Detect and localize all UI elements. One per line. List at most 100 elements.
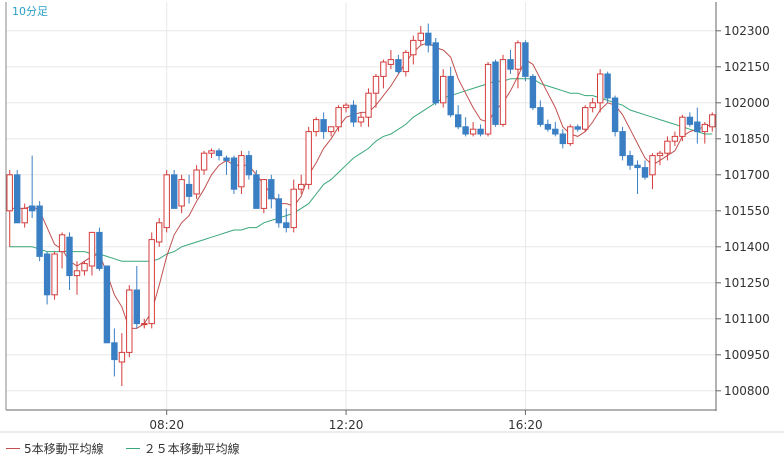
ma5-swatch <box>6 447 20 449</box>
candle-body <box>455 114 462 128</box>
y-tick-label: 101400 <box>724 240 770 254</box>
candle-body <box>290 188 297 229</box>
candle-body <box>193 169 200 195</box>
candle-down <box>36 201 43 262</box>
candle-body <box>148 239 155 325</box>
candle-body <box>88 231 96 267</box>
candle-body <box>395 59 402 73</box>
candle-body <box>634 164 641 169</box>
candle-body <box>73 270 81 277</box>
candle-body <box>81 263 88 272</box>
candle-body <box>440 75 447 104</box>
candle-body <box>103 265 111 344</box>
candle-body <box>582 107 589 130</box>
legend-item-ma25: ２５本移動平均線 <box>125 440 240 457</box>
candle-body <box>208 150 215 154</box>
candle-down <box>529 74 537 110</box>
candle-body <box>484 63 492 135</box>
candle-body <box>417 32 425 41</box>
candle-body <box>402 51 410 73</box>
candle-body <box>268 179 275 200</box>
candle-body <box>529 75 537 109</box>
candle-down <box>432 38 439 106</box>
candle-body <box>305 131 312 185</box>
candle-up <box>484 62 492 137</box>
candle-up <box>193 165 200 199</box>
legend-label-ma25: ２５本移動平均線 <box>143 441 240 456</box>
candle-down <box>103 265 111 344</box>
candle-body <box>223 157 230 161</box>
candle-down <box>253 170 260 209</box>
candle-body <box>327 126 335 133</box>
ma25-swatch <box>125 447 140 449</box>
candle-body <box>649 155 656 176</box>
candle-body <box>238 155 245 188</box>
candle-up <box>567 124 574 146</box>
candle-down <box>171 170 178 209</box>
candle-body <box>283 222 290 229</box>
candle-body <box>365 92 372 118</box>
candle-body <box>215 150 223 157</box>
y-tick-label: 102150 <box>724 60 770 74</box>
candle-body <box>200 152 208 171</box>
candle-body <box>350 104 357 123</box>
candle-body <box>320 119 327 133</box>
candle-body <box>298 183 305 190</box>
candle-body <box>537 107 544 125</box>
candle-body <box>245 155 253 176</box>
legend-label-ma5: 5本移動平均線 <box>24 441 104 456</box>
candle-body <box>589 102 596 109</box>
candle-body <box>387 59 395 65</box>
candle-body <box>626 155 634 166</box>
candle-body <box>380 61 387 77</box>
candle-down <box>492 59 499 127</box>
candle-body <box>156 222 163 243</box>
candle-body <box>425 32 432 46</box>
candle-body <box>709 114 716 128</box>
candle-body <box>66 236 73 277</box>
y-tick-label: 101850 <box>724 132 770 146</box>
candle-body <box>313 119 320 133</box>
candle-down <box>14 170 21 224</box>
candle-body <box>6 174 13 212</box>
candle-body <box>432 42 439 104</box>
candle-down <box>96 227 103 271</box>
candle-body <box>43 253 51 296</box>
y-tick-label: 101250 <box>724 276 770 290</box>
candle-up <box>260 179 268 214</box>
legend-item-ma5: 5本移動平均線 <box>6 440 104 457</box>
candle-body <box>694 121 701 133</box>
candle-body <box>96 231 103 269</box>
candle-body <box>29 205 36 212</box>
candle-body <box>514 42 522 70</box>
candle-body <box>111 342 118 361</box>
candle-body <box>178 179 185 207</box>
chart-window: 10分足 100800 100950 101100 101250 101400 10155… <box>0 0 784 462</box>
candle-body <box>671 135 679 142</box>
candle-body <box>499 59 507 125</box>
candle-body <box>260 179 268 209</box>
candle-up <box>499 54 507 127</box>
candle-body <box>522 42 529 77</box>
y-tick-label: 101550 <box>724 204 770 218</box>
candle-body <box>664 140 671 154</box>
candle-down <box>275 194 283 228</box>
candle-body <box>641 167 649 178</box>
period-label: 10分足 <box>12 5 48 18</box>
candle-up <box>305 126 312 190</box>
candle-body <box>253 174 260 209</box>
y-tick-label: 100800 <box>724 384 770 398</box>
candlestick-chart: 10分足 100800 100950 101100 101250 101400 10155… <box>0 2 784 433</box>
candle-body <box>567 126 574 145</box>
candle-body <box>574 126 581 130</box>
candle-body <box>118 351 126 363</box>
x-axis: 08:20 12:20 16:20 <box>149 410 543 432</box>
candle-body <box>275 198 283 224</box>
candle-up <box>163 170 170 233</box>
candle-up <box>582 105 589 132</box>
candle-body <box>335 107 342 128</box>
candle-up <box>156 218 163 247</box>
candle-body <box>342 104 350 109</box>
candle-body <box>604 73 611 99</box>
y-tick-label: 101100 <box>724 312 770 326</box>
